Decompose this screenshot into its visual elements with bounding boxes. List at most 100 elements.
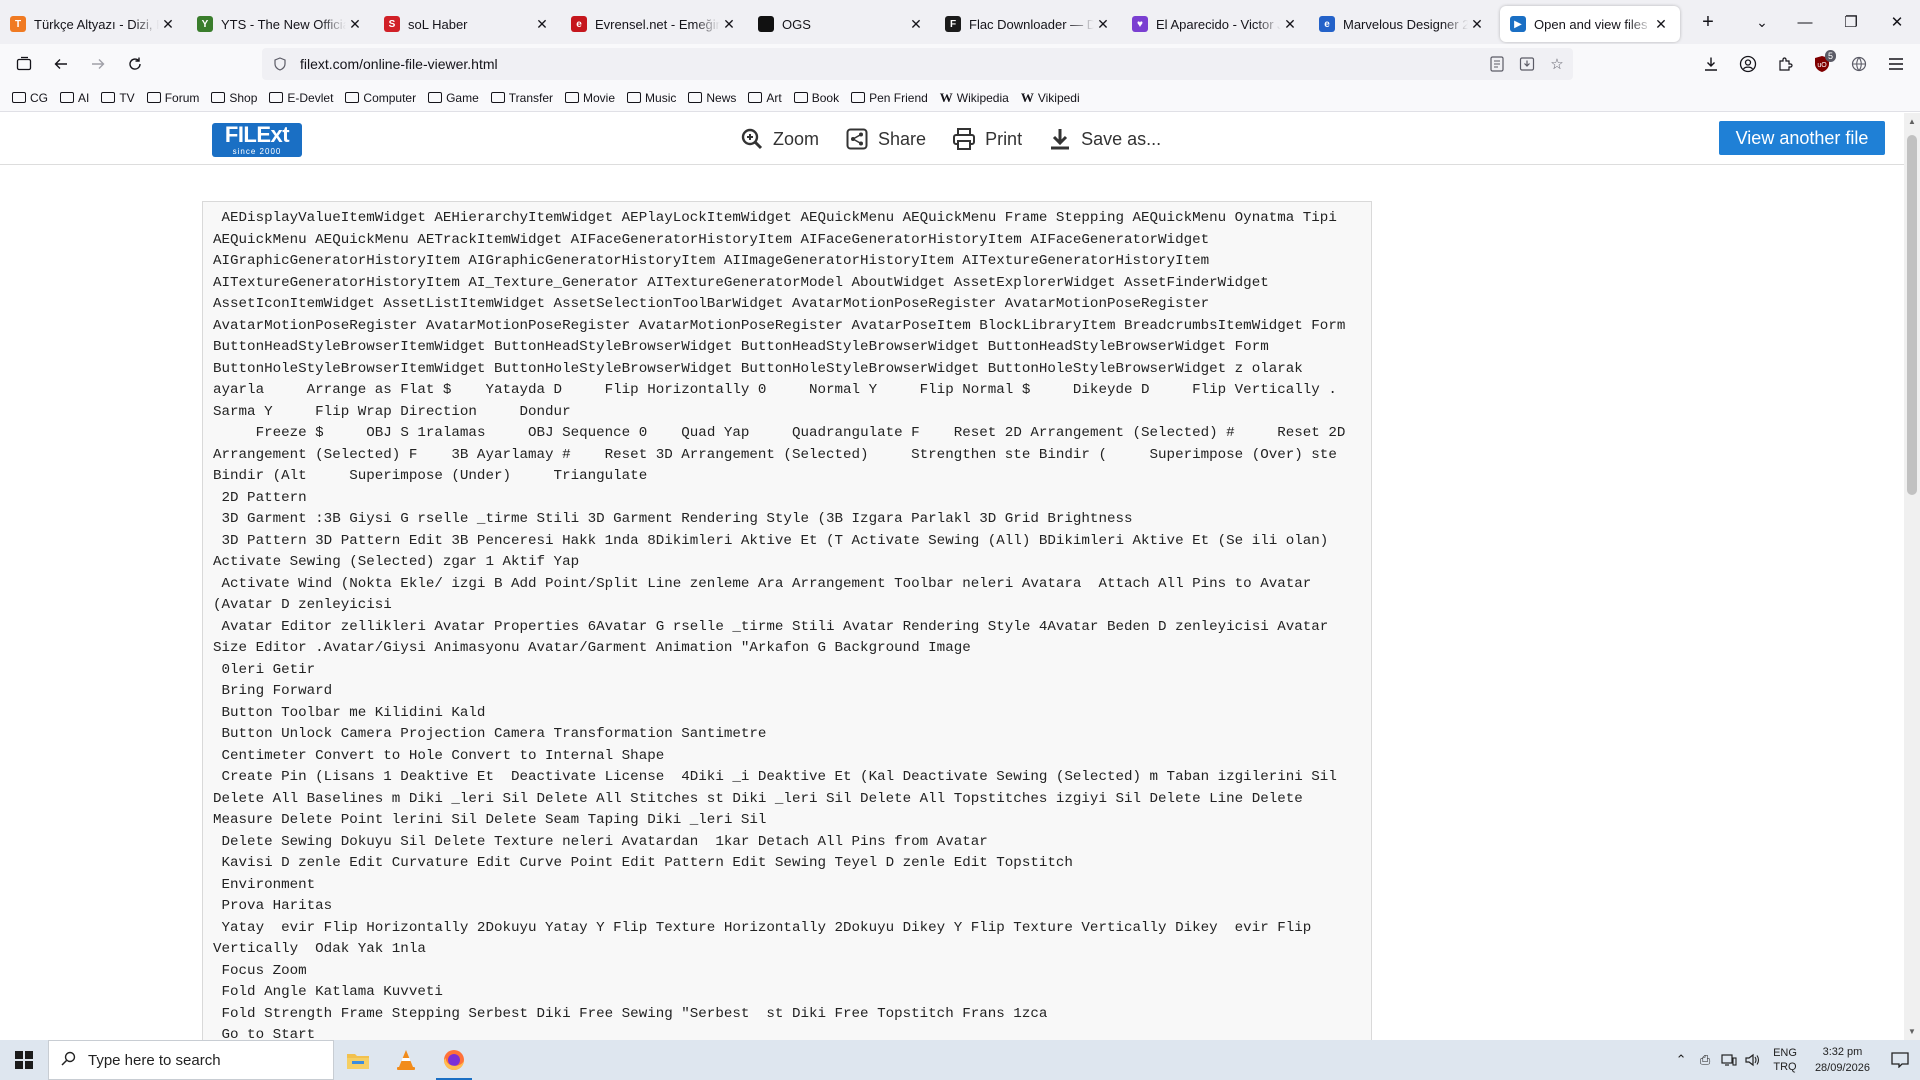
bookmark-label: CG [30,90,48,105]
site-header: FILExt since 2000 Zoom Share Print Save … [0,113,1904,165]
print-button[interactable]: Print [952,127,1022,151]
page-scrollbar[interactable]: ▲ ▼ [1904,113,1920,1040]
bookmark-label: Pen Friend [869,90,928,105]
save-as-button[interactable]: Save as... [1048,127,1161,151]
new-tab-button[interactable]: + [1692,6,1724,38]
browser-tab[interactable]: e Evrensel.net - Emeğin se✕ [561,6,748,42]
show-hidden-icons-chevron-icon[interactable]: ⌃ [1669,1040,1693,1080]
tab-close-icon[interactable]: ✕ [1468,16,1486,33]
bookmark-folder[interactable]: Art [748,91,782,105]
firefox-app[interactable] [430,1040,478,1080]
url-text[interactable]: filext.com/online-file-viewer.html [300,56,498,72]
firefox-icon [444,1050,464,1070]
taskbar-clock[interactable]: 3:32 pm 28/09/2026 [1815,1044,1870,1076]
taskbar-search-input[interactable]: Type here to search [48,1040,334,1080]
folder-icon [60,92,74,103]
browser-tab[interactable]: OGS ✕ [748,6,935,42]
bookmark-folder[interactable]: Transfer [490,91,553,105]
bookmark-label: Movie [583,90,616,105]
bookmark-label: Music [645,90,677,105]
file-text-line: Fold Angle Katlama Kuvveti [213,984,443,1000]
downloads-icon[interactable] [1695,48,1727,80]
bookmark-link[interactable]: W Wikipedia [940,90,1009,106]
file-explorer-app[interactable] [334,1040,382,1080]
scroll-down-arrow-icon[interactable]: ▼ [1908,1027,1916,1036]
bookmark-folder[interactable]: Computer [345,91,416,105]
tab-close-icon[interactable]: ✕ [1281,16,1299,33]
volume-icon[interactable] [1741,1040,1765,1080]
browser-tab[interactable]: e Marvelous Designer 202✕ [1309,6,1496,42]
browser-tab[interactable]: Y YTS - The New Official H✕ [187,6,374,42]
file-text-line: 3D Garment :3B Giysi G rselle _tirme Sti… [213,511,1133,527]
view-another-file-button[interactable]: View another file [1719,121,1885,155]
browser-tab[interactable]: SsoL Haber ✕ [374,6,561,42]
tab-title: soL Haber [408,16,468,32]
bookmark-folder[interactable]: Game [428,91,479,105]
sidebar-toggle-icon[interactable] [8,48,40,80]
bookmark-folder[interactable]: News [688,91,736,105]
forward-button[interactable] [82,48,114,80]
tab-title: El Aparecido - Victor Jar [1156,16,1281,32]
bookmark-folder[interactable]: Book [793,91,839,105]
bookmark-folder[interactable]: TV [101,91,135,105]
bookmark-label: News [706,90,737,105]
vlc-app[interactable] [382,1040,430,1080]
share-button[interactable]: Share [845,127,926,151]
close-window-button[interactable]: ✕ [1874,0,1920,44]
folder-icon [565,92,580,103]
translate-globe-icon[interactable] [1843,48,1875,80]
bookmark-folder[interactable]: Forum [146,91,199,105]
tab-close-icon[interactable]: ✕ [533,16,551,33]
tab-close-icon[interactable]: ✕ [1094,16,1112,33]
tab-favicon-icon: T [10,16,26,32]
scrollbar-thumb[interactable] [1907,135,1917,495]
file-text: AEDisplayValueItemWidget AEHierarchyItem… [213,208,1361,1040]
bookmark-folder[interactable]: AI [60,91,89,105]
minimize-button[interactable]: — [1782,0,1828,44]
scroll-up-arrow-icon[interactable]: ▲ [1908,117,1916,126]
restore-button[interactable]: ❐ [1828,0,1874,44]
tab-close-icon[interactable]: ✕ [720,16,738,33]
bookmark-folder[interactable]: Movie [565,91,615,105]
folder-icon [851,92,866,103]
menu-hamburger-icon[interactable] [1880,48,1912,80]
notification-center-icon[interactable] [1880,1040,1920,1080]
reload-button[interactable] [119,48,151,80]
tab-close-icon[interactable]: ✕ [159,16,177,33]
zoom-button[interactable]: Zoom [740,127,819,151]
ublock-shield-icon[interactable]: uO 5 [1806,48,1838,80]
save-to-pocket-icon[interactable] [1517,54,1537,74]
network-icon[interactable] [1717,1040,1741,1080]
bookmark-folder[interactable]: CG [12,91,48,105]
list-all-tabs-button[interactable]: ⌄ [1746,6,1778,38]
bookmark-folder[interactable]: Music [627,91,676,105]
browser-tab[interactable]: ♥ El Aparecido - Victor Jar✕ [1122,6,1309,42]
input-language-indicator[interactable]: ENG TRQ [1773,1046,1797,1074]
bookmark-link[interactable]: W Vikipedi [1021,90,1080,106]
file-text-line: Kavisi D zenle Edit Curvature Edit Curve… [213,855,1073,871]
bookmark-star-icon[interactable]: ☆ [1547,54,1567,74]
start-button[interactable] [0,1040,48,1080]
back-button[interactable] [45,48,77,80]
folder-icon [269,92,284,103]
file-text-line: Delete Sewing Dokuyu Sil Delete Texture … [213,833,988,850]
tab-close-icon[interactable]: ✕ [907,16,925,33]
bookmark-folder[interactable]: E-Devlet [269,91,333,105]
bookmark-folder[interactable]: Shop [211,91,257,105]
tab-close-icon[interactable]: ✕ [1652,16,1670,33]
meet-now-icon[interactable]: ⎙ [1693,1040,1717,1080]
tab-title: Flac Downloader — Dow [969,16,1094,32]
reader-view-icon[interactable] [1487,54,1507,74]
tab-close-icon[interactable]: ✕ [346,16,364,33]
filext-logo[interactable]: FILExt since 2000 [212,123,302,157]
browser-tab[interactable]: T Türkçe Altyazı - Dizi, Film✕ [0,6,187,42]
site-info-icon[interactable] [272,56,288,72]
account-icon[interactable] [1732,48,1764,80]
folder-icon [12,92,26,103]
download-icon [1048,127,1072,151]
address-bar[interactable]: filext.com/online-file-viewer.html ☆ [262,48,1573,80]
bookmark-folder[interactable]: Pen Friend [851,91,928,105]
browser-tab[interactable]: F Flac Downloader — Dow✕ [935,6,1122,42]
extensions-puzzle-icon[interactable] [1769,48,1801,80]
browser-tab[interactable]: ▶ Open and view files onli✕ [1500,6,1680,42]
